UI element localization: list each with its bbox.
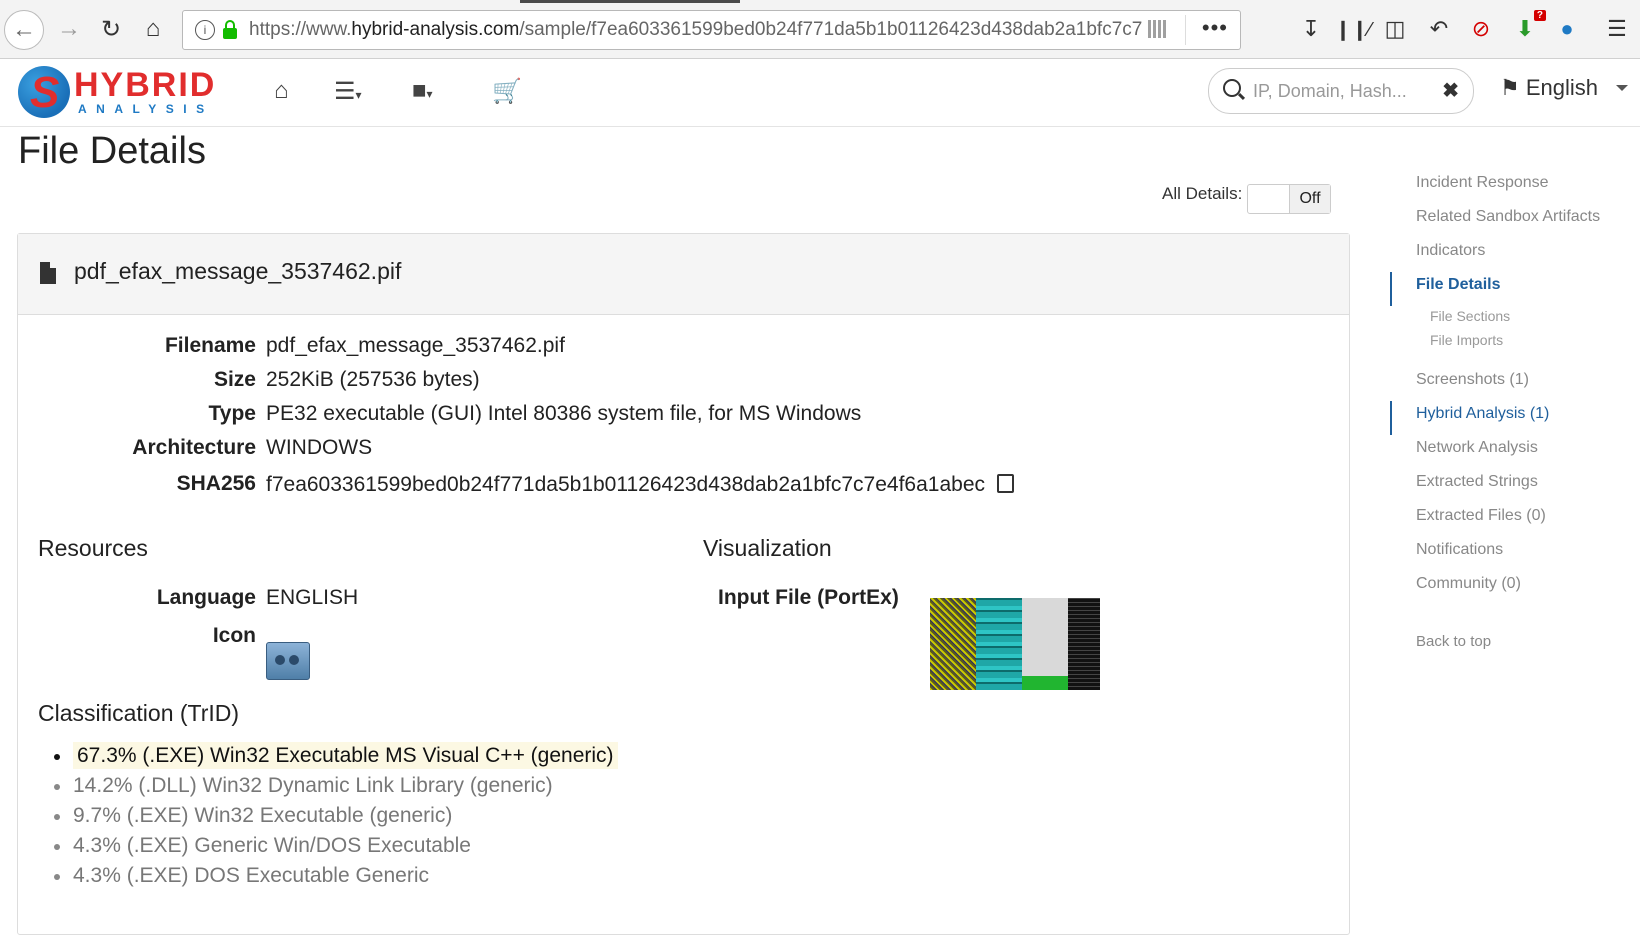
viz-segment (1022, 676, 1068, 690)
nav-file-imports[interactable]: File Imports (1430, 332, 1503, 348)
architecture-value: WINDOWS (266, 436, 373, 459)
address-bar[interactable]: i https://www.hybrid-analysis.com/sample… (182, 10, 1241, 50)
nav-cart-icon[interactable]: 🛒 (492, 77, 522, 106)
trid-list: 67.3% (.EXE) Win32 Executable MS Visual … (54, 741, 618, 891)
logo-s-glyph: S (30, 68, 60, 117)
active-tab-indicator (520, 0, 740, 3)
search-field[interactable]: ✖ (1208, 68, 1474, 114)
page-title: File Details (18, 130, 206, 172)
hybrid-analysis-logo[interactable]: S HYBRID ANALYSIS (18, 64, 238, 122)
size-label: Size (213, 368, 256, 391)
page-actions-icon[interactable]: ••• (1202, 15, 1228, 41)
all-details-label: All Details: (1162, 184, 1243, 203)
site-header: S HYBRID ANALYSIS ⌂ ☰▾ ■▾ 🛒 ✖ ⚑ English (0, 59, 1640, 127)
file-icon (40, 262, 56, 284)
nav-related-sandbox-artifacts[interactable]: Related Sandbox Artifacts (1416, 208, 1600, 226)
undo-icon[interactable]: ↶ (1424, 14, 1454, 44)
lock-icon (223, 19, 237, 39)
filename-value: pdf_efax_message_3537462.pif (266, 334, 565, 357)
url-domain: hybrid-analysis.com (351, 19, 520, 40)
language-value: ENGLISH (266, 586, 359, 609)
home-icon[interactable]: ⌂ (134, 10, 172, 48)
browser-toolbar: ← → ↻ ⌂ i https://www.hybrid-analysis.co… (0, 0, 1640, 59)
search-input[interactable] (1251, 77, 1435, 105)
type-value: PE32 executable (GUI) Intel 80386 system… (266, 402, 862, 425)
toggle-state: Off (1289, 185, 1330, 213)
url-text[interactable]: https://www.hybrid-analysis.com/sample/f… (249, 19, 1159, 41)
flag-icon: ⚑ (1500, 75, 1520, 100)
nav-file-details[interactable]: File Details (1416, 276, 1500, 294)
resources-heading: Resources (38, 535, 148, 561)
all-details-toggle[interactable]: Off (1247, 184, 1331, 214)
sha256-label: SHA256 (176, 472, 256, 495)
menu-icon[interactable]: ☰ (1602, 14, 1632, 44)
url-prefix: https://www. (249, 19, 352, 40)
qr-code-icon[interactable] (1148, 20, 1166, 38)
classification-heading: Classification (TrID) (38, 700, 240, 726)
language-label: Language (156, 586, 256, 609)
nav-extracted-strings[interactable]: Extracted Strings (1416, 473, 1538, 491)
filename-label: Filename (164, 334, 256, 357)
trid-item: 67.3% (.EXE) Win32 Executable MS Visual … (54, 741, 618, 771)
nav-file-sections[interactable]: File Sections (1430, 308, 1510, 324)
url-path: /sample/f7ea603361599bed0b24f771da5b1b01… (519, 19, 1143, 40)
viz-segment (1022, 598, 1068, 676)
nav-notifications[interactable]: Notifications (1416, 541, 1503, 559)
icon-label: Icon (212, 624, 256, 647)
back-to-top-link[interactable]: Back to top (1416, 633, 1491, 650)
nav-folder-menu-icon[interactable]: ■▾ (412, 77, 433, 105)
info-icon[interactable]: i (195, 20, 215, 40)
back-icon[interactable]: ← (4, 10, 44, 50)
active-indicator (1390, 272, 1392, 306)
nav-network-analysis[interactable]: Network Analysis (1416, 439, 1538, 457)
panel-filename: pdf_efax_message_3537462.pif (74, 258, 402, 284)
sha256-value[interactable]: f7ea603361599bed0b24f771da5b1b01126423d4… (266, 473, 985, 496)
trid-item: 4.3% (.EXE) DOS Executable Generic (54, 861, 618, 891)
sidebar-icon[interactable]: ◫ (1380, 14, 1410, 44)
viz-segment (930, 598, 976, 690)
library-icon[interactable]: ❙❙⁄ (1335, 14, 1372, 44)
blocker-extension-icon[interactable]: ⊘ (1466, 14, 1496, 44)
url-divider (1185, 15, 1186, 45)
trid-item: 9.7% (.EXE) Win32 Executable (generic) (54, 801, 618, 831)
visualization-heading: Visualization (703, 535, 832, 561)
size-value: 252KiB (257536 bytes) (266, 368, 480, 391)
viz-segment (1068, 598, 1100, 690)
nav-community[interactable]: Community (0) (1416, 575, 1521, 593)
trid-item: 4.3% (.EXE) Generic Win/DOS Executable (54, 831, 618, 861)
extension-arrow-icon[interactable]: ⬇? (1510, 10, 1546, 44)
section-indicator (1390, 401, 1392, 435)
extension-badge: ? (1533, 10, 1546, 21)
viz-segment (976, 598, 1022, 690)
nav-extracted-files[interactable]: Extracted Files (0) (1416, 507, 1546, 525)
trid-item-text: 67.3% (.EXE) Win32 Executable MS Visual … (73, 742, 618, 769)
nav-list-menu-icon[interactable]: ☰▾ (334, 77, 362, 106)
nav-incident-response[interactable]: Incident Response (1416, 174, 1549, 192)
portex-label: Input File (PortEx) (718, 586, 899, 609)
download-icon[interactable]: ↧ (1296, 14, 1326, 44)
reload-icon[interactable]: ↻ (92, 10, 130, 48)
nav-home-icon[interactable]: ⌂ (274, 77, 289, 105)
portex-visualization-image[interactable] (930, 598, 1100, 690)
panel-header: pdf_efax_message_3537462.pif (18, 234, 1349, 315)
clear-search-icon[interactable]: ✖ (1442, 78, 1459, 103)
language-caret-icon[interactable] (1616, 85, 1628, 91)
language-label: English (1525, 75, 1599, 100)
search-icon (1223, 79, 1241, 97)
sha256-row: f7ea603361599bed0b24f771da5b1b01126423d4… (266, 472, 1014, 497)
language-selector[interactable]: ⚑ English (1500, 75, 1598, 101)
logo-word: HYBRID (74, 66, 217, 104)
copy-icon[interactable] (997, 474, 1014, 493)
trid-item: 14.2% (.DLL) Win32 Dynamic Link Library … (54, 771, 618, 801)
architecture-label: Architecture (132, 436, 256, 459)
file-details-panel: pdf_efax_message_3537462.pif Filename pd… (17, 233, 1350, 935)
nav-screenshots[interactable]: Screenshots (1) (1416, 371, 1529, 389)
forward-icon[interactable]: → (50, 10, 88, 48)
file-resource-icon (266, 642, 310, 680)
extension-globe-icon[interactable]: ● (1552, 14, 1582, 44)
type-label: Type (208, 402, 256, 425)
nav-indicators[interactable]: Indicators (1416, 242, 1485, 260)
nav-hybrid-analysis[interactable]: Hybrid Analysis (1) (1416, 405, 1549, 423)
logo-subword: ANALYSIS (78, 102, 214, 116)
